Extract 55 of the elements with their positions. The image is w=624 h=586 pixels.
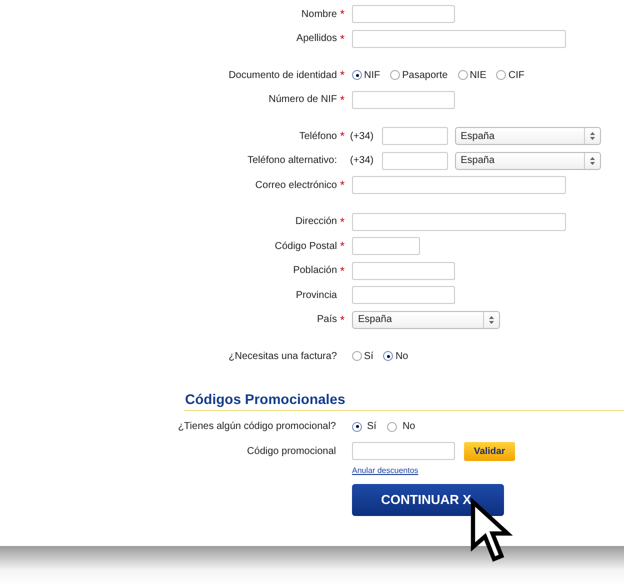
country-select[interactable]: España [454,127,601,146]
field-label: Teléfono alternativo: [247,155,337,166]
radio-option[interactable]: NIF [352,70,380,81]
validate-button[interactable]: Validar [464,442,515,461]
field-label: Documento de identidad [228,70,337,81]
required-mark: * [340,214,346,229]
radio-option[interactable]: CIF [496,70,524,81]
input-field[interactable] [352,212,566,231]
field-label: País [316,314,337,326]
country-select[interactable]: España [454,152,601,170]
field-label: Teléfono [299,130,337,142]
required-mark: * [340,32,346,46]
input-field[interactable] [352,90,455,109]
input-field[interactable] [352,176,566,194]
radio-option[interactable]: NIE [458,70,486,81]
input-field[interactable] [352,237,420,256]
input-field[interactable] [352,442,455,460]
field-label: Apellidos [296,33,337,44]
updown-icon [590,132,595,140]
field-label: Correo electrónico [255,180,337,191]
field-label: Dirección [295,216,337,228]
updown-icon [489,316,494,324]
updown-icon [590,156,595,165]
required-mark: * [340,7,346,22]
field-label: Provincia [296,290,337,301]
section-title: Códigos Promocionales [185,390,346,406]
field-label: Número de NIF [268,94,337,106]
phone-prefix: (+34) [350,155,374,166]
radio-option[interactable]: No [387,421,416,432]
field-label: ¿Tienes algún código promocional? [178,421,336,432]
input-field[interactable] [352,5,455,24]
field-label: Código Postal [274,240,337,252]
field-label: Población [293,265,337,276]
country-select[interactable]: España [352,310,500,329]
radio-option[interactable]: Sí [352,421,376,432]
input-field[interactable] [352,262,455,280]
required-mark: * [340,239,346,254]
cancel-discounts-link[interactable]: Anular descuentos [352,466,418,475]
input-field[interactable] [382,127,448,146]
radio-option[interactable]: Sí [352,350,374,362]
required-mark: * [340,68,346,82]
field-label: Código promocional [247,446,336,457]
input-field[interactable] [352,286,455,304]
radio-option[interactable]: No [383,350,408,362]
phone-prefix: (+34) [350,130,374,142]
field-label: ¿Necesitas una factura? [228,350,337,362]
required-mark: * [340,129,346,144]
required-mark: * [340,312,346,327]
required-mark: * [340,264,346,278]
required-mark: * [340,92,346,107]
radio-option[interactable]: Pasaporte [390,70,448,81]
required-mark: * [340,178,346,192]
input-field[interactable] [382,152,448,170]
input-field[interactable] [352,30,566,48]
field-label: Nombre [301,8,337,20]
